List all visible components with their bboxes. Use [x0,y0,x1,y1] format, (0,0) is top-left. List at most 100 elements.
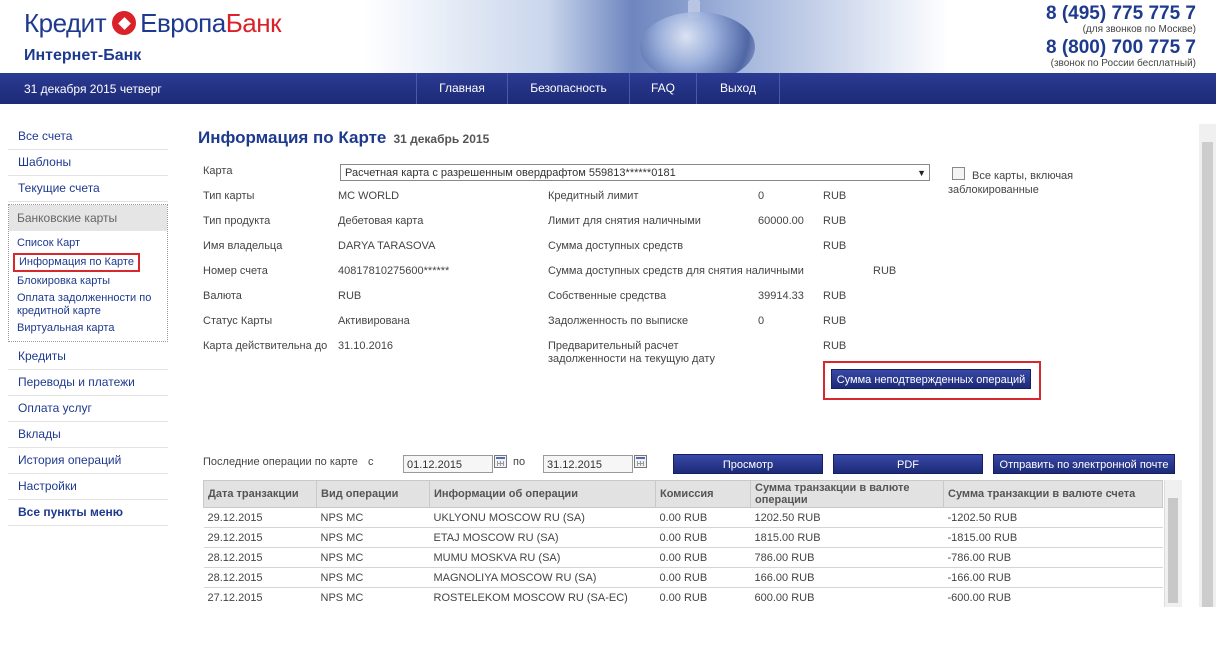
transactions-table-wrap: Дата транзакции Вид операции Информации … [203,480,1181,607]
cell-amount-op: 166.00 RUB [750,567,944,588]
cell-type: NPS MC [316,587,430,607]
field-label-owner: Имя владельца [203,240,283,252]
field-label-available: Сумма доступных средств [548,240,684,252]
cell-type: NPS MC [316,527,430,548]
table-row[interactable]: 28.12.2015 NPS MC MUMU MOSKVA RU (SA) 0.… [203,547,1163,568]
field-value-owner: DARYA TARASOVA [338,240,436,252]
col-header-date[interactable]: Дата транзакции [203,480,317,508]
sidebar-item-all-menu[interactable]: Все пункты меню [8,500,168,526]
field-label-available-cash: Сумма доступных средств для снятия налич… [548,265,804,277]
sidebar-sub-card-block[interactable]: Блокировка карты [9,273,167,290]
field-value-account: 40817810275600****** [338,265,450,277]
field-label-account: Номер счета [203,265,268,277]
transactions-table: Дата транзакции Вид операции Информации … [203,480,1163,607]
table-scrollbar-thumb[interactable] [1168,498,1178,603]
phone-russia-note: (звонок по России бесплатный) [1050,58,1196,69]
nav-logout[interactable]: Выход [696,73,780,104]
field-value-product-type: Дебетовая карта [338,215,424,227]
cell-amount-account: -166.00 RUB [943,567,1163,588]
field-label-own-funds: Собственные средства [548,290,667,302]
cell-amount-op: 1815.00 RUB [750,527,944,548]
dropdown-arrow-icon: ▼ [917,168,926,178]
cell-amount-account: -1815.00 RUB [943,527,1163,548]
col-header-type[interactable]: Вид операции [316,480,430,508]
cell-date: 27.12.2015 [203,587,317,607]
page-date: 31 декабрь 2015 [393,132,490,146]
field-value-own-funds: 39914.33 [758,290,804,302]
sidebar-sub-card-list[interactable]: Список Карт [9,235,167,252]
cell-info: UKLYONU MOSCOW RU (SA) [429,507,656,528]
sidebar-item-current-accounts[interactable]: Текущие счета [8,176,168,202]
cell-info: ROSTELEKOM MOSCOW RU (SA-EC) [429,587,656,607]
cell-amount-op: 786.00 RUB [750,547,944,568]
cell-type: NPS MC [316,567,430,588]
calendar-from-icon[interactable] [494,455,507,468]
unconfirmed-operations-button[interactable]: Сумма неподтвержденных операций [831,369,1031,389]
date-to-input[interactable]: 31.12.2015 [543,455,633,473]
field-value-credit-limit: 0 [758,190,765,202]
sidebar-item-services[interactable]: Оплата услуг [8,396,168,422]
sidebar-item-deposits[interactable]: Вклады [8,422,168,448]
email-button[interactable]: Отправить по электронной почте [993,454,1175,474]
cell-amount-account: -786.00 RUB [943,547,1163,568]
sidebar-item-history[interactable]: История операций [8,448,168,474]
field-value-card-type: MC WORLD [338,190,400,202]
cell-commission: 0.00 RUB [655,587,751,607]
date-from-input[interactable]: 01.12.2015 [403,455,493,473]
calendar-to-icon[interactable] [634,455,647,468]
sidebar-item-credits[interactable]: Кредиты [8,344,168,370]
card-label: Карта [203,165,233,177]
field-currency-available: RUB [823,240,847,252]
field-label-product-type: Тип продукта [203,215,271,227]
cell-amount-op: 1202.50 RUB [750,507,944,528]
sidebar-item-transfers[interactable]: Переводы и платежи [8,370,168,396]
sidebar-group-title[interactable]: Банковские карты [9,205,167,231]
col-header-amount-op[interactable]: Сумма транзакции в валюте операции [750,480,944,508]
page-title: Информация по Карте [198,128,387,147]
field-label-credit-limit: Кредитный лимит [548,190,639,202]
field-label-valid-until: Карта действительна до [203,340,328,352]
table-row[interactable]: 27.12.2015 NPS MC ROSTELEKOM MOSCOW RU (… [203,587,1163,607]
table-row[interactable]: 28.12.2015 NPS MC MAGNOLIYA MOSCOW RU (S… [203,567,1163,588]
site-subtitle: Интернет-Банк [24,47,142,64]
table-row[interactable]: 29.12.2015 NPS MC ETAJ MOSCOW RU (SA) 0.… [203,527,1163,548]
sidebar-item-settings[interactable]: Настройки [8,474,168,500]
field-value-status: Активирована [338,315,410,327]
field-currency-credit-limit: RUB [823,190,847,202]
field-currency-own-funds: RUB [823,290,847,302]
table-row[interactable]: 29.12.2015 NPS MC UKLYONU MOSCOW RU (SA)… [203,507,1163,528]
nav-home[interactable]: Главная [416,73,507,104]
operations-label: Последние операции по карте [203,456,358,468]
christmas-ornament-decoration [640,12,755,82]
logo-text-europa: Европа [140,7,226,38]
field-value-statement-debt: 0 [758,315,765,327]
nav-faq[interactable]: FAQ [629,73,696,104]
cell-info: MAGNOLIYA MOSCOW RU (SA) [429,567,656,588]
col-header-amount-account[interactable]: Сумма транзакции в валюте счета [943,480,1163,508]
view-button[interactable]: Просмотр [673,454,823,474]
cell-commission: 0.00 RUB [655,507,751,528]
bank-logo[interactable]: Кредит Европа Банк [24,6,282,40]
phone-moscow-note: (для звонков по Москве) [1082,24,1196,35]
sidebar-menu: Все счета Шаблоны Текущие счета Банковск… [8,124,168,526]
sidebar-sub-credit-payment[interactable]: Оплата задолженности по кредитной карте [9,290,167,320]
top-navigation: 31 декабря 2015 четверг Главная Безопасн… [0,73,1216,104]
cell-amount-account: -1202.50 RUB [943,507,1163,528]
page-scrollbar[interactable] [1199,124,1216,607]
logo-text-credit: Кредит [24,7,107,38]
field-label-preliminary-debt: Предварительный расчет задолженности на … [548,340,716,365]
card-select[interactable]: Расчетная карта с разрешенным овердрафто… [340,164,930,181]
nav-security[interactable]: Безопасность [507,73,629,104]
sidebar-sub-card-info[interactable]: Информация по Карте [13,253,140,272]
table-scrollbar[interactable] [1164,480,1182,607]
col-header-commission[interactable]: Комиссия [655,480,751,508]
field-label-status: Статус Карты [203,315,273,327]
cell-type: NPS MC [316,507,430,528]
pdf-button[interactable]: PDF [833,454,983,474]
page-scrollbar-thumb[interactable] [1202,142,1213,607]
sidebar-item-all-accounts[interactable]: Все счета [8,124,168,150]
col-header-info[interactable]: Информации об операции [429,480,656,508]
sidebar-item-templates[interactable]: Шаблоны [8,150,168,176]
sidebar-sub-virtual-card[interactable]: Виртуальная карта [9,320,167,337]
current-date: 31 декабря 2015 четверг [24,82,162,96]
